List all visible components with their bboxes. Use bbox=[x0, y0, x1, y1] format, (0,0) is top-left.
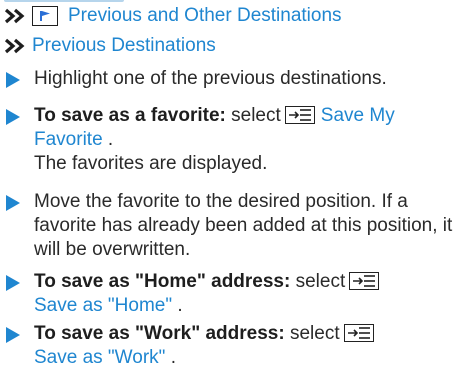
play-triangle-icon bbox=[6, 327, 20, 343]
play-triangle-icon bbox=[6, 195, 20, 211]
play-triangle-icon bbox=[6, 275, 20, 291]
step-period: . bbox=[177, 295, 183, 316]
menu-option-link[interactable]: Save as "Work" bbox=[34, 347, 165, 368]
step-item: Highlight one of the previous destinatio… bbox=[6, 67, 468, 91]
step-text: To save as a favorite: select Save My Fav… bbox=[34, 104, 468, 176]
menu-option-link[interactable]: Save as "Home" bbox=[34, 295, 172, 316]
play-triangle-icon bbox=[6, 109, 20, 125]
step-verb: select bbox=[295, 271, 346, 292]
nav-path-2-label: Previous Destinations bbox=[32, 35, 216, 56]
menu-list-icon bbox=[343, 324, 374, 342]
step-lead: To save as "Work" address: bbox=[34, 323, 285, 344]
step-item: To save as a favorite: select Save My Fav… bbox=[6, 104, 468, 176]
menu-list-icon bbox=[349, 272, 380, 290]
step-lead: To save as "Home" address: bbox=[34, 271, 291, 292]
play-triangle-icon bbox=[6, 72, 20, 88]
menu-list-icon bbox=[284, 106, 315, 124]
step-period: . bbox=[107, 129, 114, 150]
step-text: Highlight one of the previous destinatio… bbox=[34, 68, 387, 89]
double-chevron-right-icon bbox=[4, 8, 25, 24]
nav-path-1-label: Previous and Other Destinations bbox=[68, 5, 342, 26]
nav-path-1: Previous and Other Destinations bbox=[4, 4, 342, 28]
step-verb: select bbox=[231, 105, 281, 126]
step-text: To save as "Work" address: select Save as… bbox=[34, 322, 468, 370]
double-chevron-right-icon bbox=[4, 38, 25, 54]
step-text: Move the favorite to the desired positio… bbox=[34, 191, 453, 260]
step-item: To save as "Work" address: select Save as… bbox=[6, 322, 468, 370]
flag-box-icon bbox=[32, 6, 58, 26]
step-item: To save as "Home" address: select Save as… bbox=[6, 270, 468, 318]
step-result: The favorites are displayed. bbox=[34, 153, 268, 174]
step-verb: select bbox=[289, 323, 340, 344]
step-text: To save as "Home" address: select Save as… bbox=[34, 270, 468, 318]
cropped-header-fragment bbox=[4, 0, 124, 2]
step-item: Move the favorite to the desired positio… bbox=[6, 190, 468, 262]
nav-path-2: Previous Destinations bbox=[4, 34, 216, 58]
step-period: . bbox=[170, 347, 176, 368]
step-lead: To save as a favorite: bbox=[34, 105, 226, 126]
